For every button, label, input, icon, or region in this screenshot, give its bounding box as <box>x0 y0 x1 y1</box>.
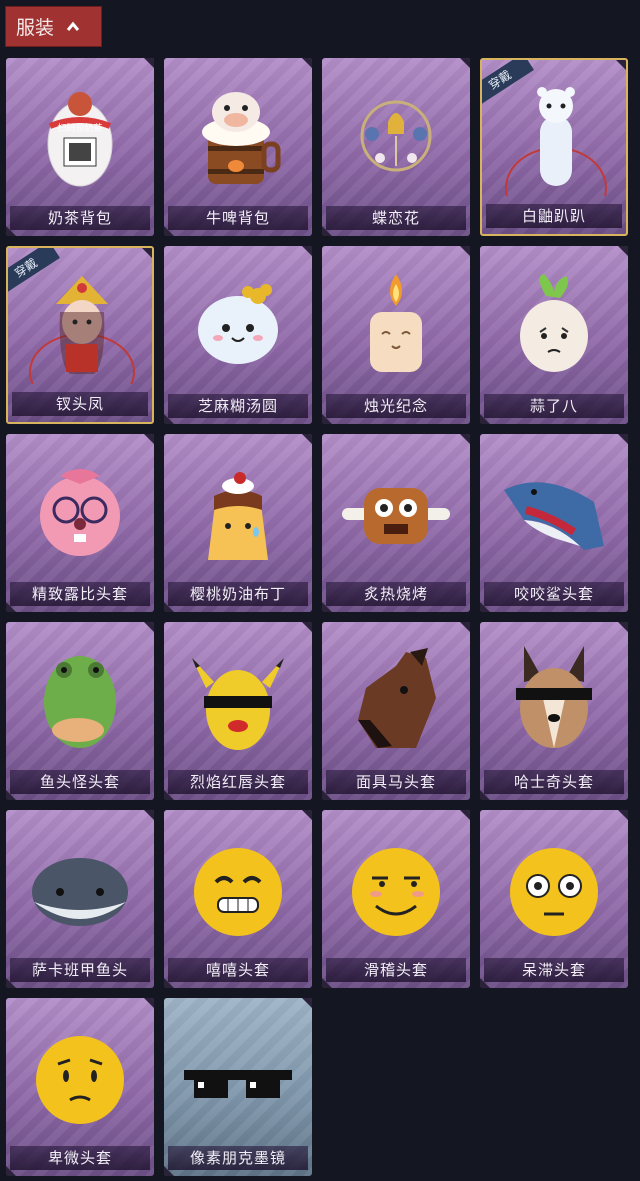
costume-name: 蝶恋花 <box>326 206 466 230</box>
costume-name: 烈焰红唇头套 <box>168 770 308 794</box>
costume-card[interactable]: 炙热烧烤 <box>322 434 470 612</box>
costume-name: 牛啤背包 <box>168 206 308 230</box>
smirk-emoji-icon <box>352 848 440 936</box>
costume-card[interactable]: 滑稽头套 <box>322 810 470 988</box>
pixel-sunglasses-icon <box>184 1070 292 1098</box>
costume-name: 鱼头怪头套 <box>10 770 150 794</box>
costume-section-tab[interactable]: 服装 <box>5 6 102 47</box>
costume-card[interactable]: 卑微头套 <box>6 998 154 1176</box>
costume-name: 白鼬趴趴 <box>486 204 622 228</box>
costume-card[interactable]: 樱桃奶油布丁 <box>164 434 312 612</box>
costume-card[interactable]: 蝶恋花 <box>322 58 470 236</box>
costume-card[interactable]: 呆滞头套 <box>480 810 628 988</box>
costume-card[interactable]: 像素朋克墨镜 <box>164 998 312 1176</box>
horse-mask-icon <box>358 648 436 748</box>
costume-name: 芝麻糊汤圆 <box>168 394 308 418</box>
costume-card[interactable]: 芝麻糊汤圆 <box>164 246 312 424</box>
milk-tea-backpack-icon: 扫码领奶茶 <box>47 92 113 187</box>
costume-card[interactable]: 烛光纪念 <box>322 246 470 424</box>
flushed-emoji-icon <box>510 848 598 936</box>
costume-card[interactable]: 蒜了八 <box>480 246 628 424</box>
yellow-hood-sunglasses-icon <box>192 658 284 750</box>
costume-card[interactable]: 咬咬鲨头套 <box>480 434 628 612</box>
costume-name: 蒜了八 <box>484 394 624 418</box>
cherry-pudding-icon <box>208 472 268 560</box>
costume-card[interactable]: 面具马头套 <box>322 622 470 800</box>
costume-name: 面具马头套 <box>326 770 466 794</box>
costume-card[interactable]: 哈士奇头套 <box>480 622 628 800</box>
costume-name: 奶茶背包 <box>10 206 150 230</box>
costume-name: 卑微头套 <box>10 1146 150 1170</box>
costume-card[interactable]: 烈焰红唇头套 <box>164 622 312 800</box>
chevron-up-icon <box>66 21 80 31</box>
sesame-tangyuan-icon <box>198 284 278 364</box>
white-ermine-icon <box>505 87 607 196</box>
grinning-emoji-icon <box>194 848 282 936</box>
meat-bone-icon <box>342 488 450 544</box>
costume-card-equipped[interactable]: 穿戴 白鼬趴趴 <box>480 58 628 236</box>
costume-name: 炙热烧烤 <box>326 582 466 606</box>
garlic-icon <box>520 274 588 372</box>
section-label: 服装 <box>16 17 55 39</box>
butterfly-flower-ring-icon <box>360 100 432 172</box>
costume-name: 呆滞头套 <box>484 958 624 982</box>
phoenix-crown-girl-icon <box>29 276 135 384</box>
costume-name: 萨卡班甲鱼头 <box>10 958 150 982</box>
pleading-emoji-icon <box>36 1036 124 1124</box>
sacabambaspis-fish-icon <box>32 858 128 926</box>
costume-name: 烛光纪念 <box>326 394 466 418</box>
costume-card[interactable]: 精致露比头套 <box>6 434 154 612</box>
pink-beaver-head-icon <box>40 469 120 556</box>
candle-icon <box>370 274 422 372</box>
costume-card[interactable]: 扫码领奶茶 奶茶背包 <box>6 58 154 236</box>
costume-name: 咬咬鲨头套 <box>484 582 624 606</box>
costume-name: 樱桃奶油布丁 <box>168 582 308 606</box>
costume-card[interactable]: 鱼头怪头套 <box>6 622 154 800</box>
fish-head-icon <box>44 656 116 748</box>
costume-name: 嘻嘻头套 <box>168 958 308 982</box>
costume-card[interactable]: 萨卡班甲鱼头 <box>6 810 154 988</box>
costume-name: 像素朋克墨镜 <box>168 1146 308 1170</box>
costume-card[interactable]: 嘻嘻头套 <box>164 810 312 988</box>
husky-sunglasses-icon <box>516 646 592 748</box>
milk-tea-cup-text: 扫码领奶茶 <box>57 122 102 134</box>
costume-card[interactable]: 牛啤背包 <box>164 58 312 236</box>
costume-name: 滑稽头套 <box>326 958 466 982</box>
costume-grid: 扫码领奶茶 奶茶背包 牛啤背包 蝶恋花 穿戴 白鼬趴趴 穿戴 钗头凤 芝麻糊汤圆… <box>6 58 634 1176</box>
costume-name: 精致露比头套 <box>10 582 150 606</box>
shark-head-icon <box>504 482 604 550</box>
costume-card-equipped[interactable]: 穿戴 钗头凤 <box>6 246 154 424</box>
costume-name: 哈士奇头套 <box>484 770 624 794</box>
beer-barrel-cow-icon <box>202 92 281 184</box>
costume-name: 钗头凤 <box>12 392 148 416</box>
